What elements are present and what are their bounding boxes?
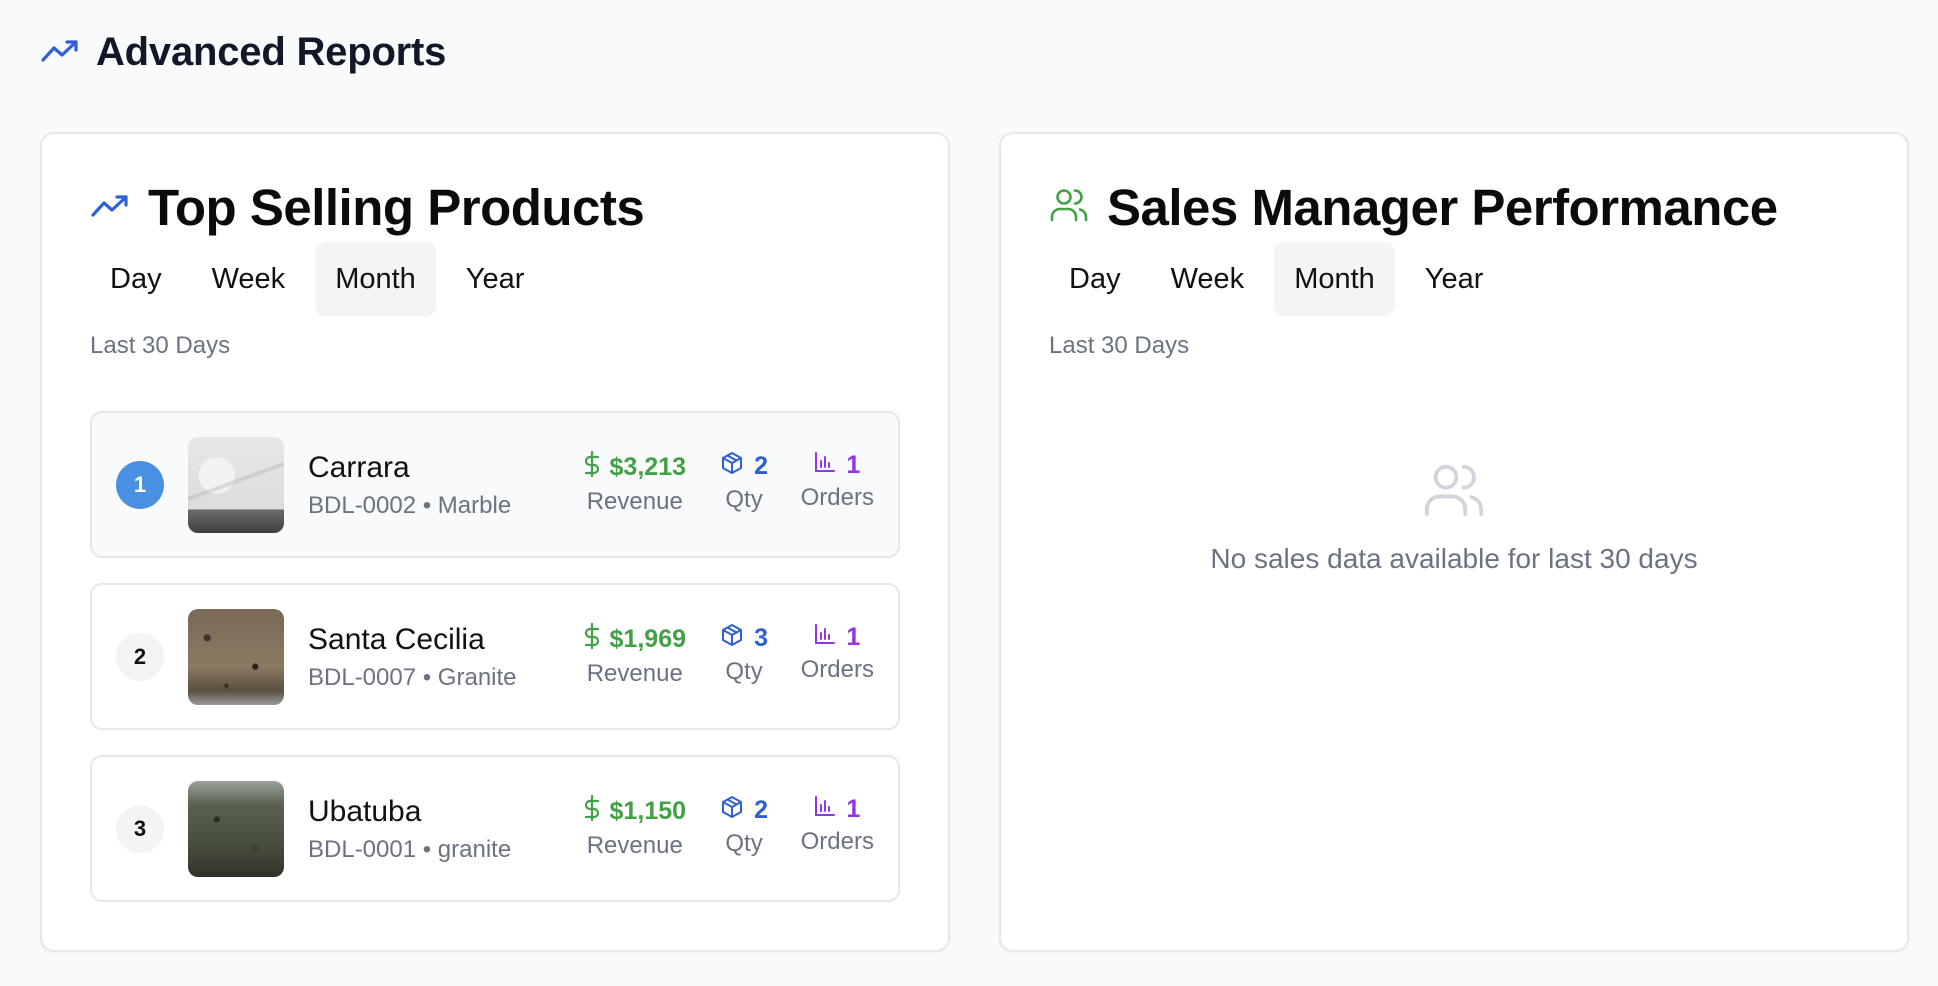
marble-slab-image	[188, 437, 284, 533]
orders-caption: Orders	[800, 828, 874, 855]
orders-stat: 1 Orders	[801, 795, 874, 856]
empty-state: No sales data available for last 30 days	[1001, 458, 1907, 575]
dollar-icon	[584, 622, 600, 656]
bar-chart-icon	[814, 623, 836, 652]
revenue-value: $1,150	[609, 797, 686, 825]
rank-badge: 2	[116, 632, 164, 681]
tab-month[interactable]: Month	[1274, 242, 1395, 316]
list-item[interactable]: 3 Ubatuba BDL-0001 • granite $1,150 Reve…	[90, 755, 900, 902]
granite-slab-image	[188, 781, 284, 877]
tab-year[interactable]: Year	[1405, 242, 1504, 316]
revenue-stat: $3,213 Revenue	[584, 450, 686, 516]
page-title: Advanced Reports	[96, 30, 447, 74]
page-header: Advanced Reports	[40, 30, 446, 75]
users-icon	[1049, 185, 1089, 230]
rank-badge: 3	[116, 804, 164, 853]
list-item[interactable]: 1 Carrara BDL-0002 • Marble $3,213 Reven…	[90, 411, 900, 558]
sales-manager-panel: Sales Manager Performance Day Week Month…	[999, 132, 1909, 952]
revenue-caption: Revenue	[586, 660, 683, 687]
orders-value: 1	[846, 623, 861, 651]
tab-day[interactable]: Day	[90, 242, 182, 316]
product-name: Ubatuba	[308, 795, 422, 828]
trending-up-icon	[90, 191, 130, 224]
tab-day[interactable]: Day	[1049, 242, 1141, 316]
qty-stat: 2 Qty	[720, 451, 768, 514]
qty-value: 3	[754, 624, 768, 652]
package-icon	[720, 451, 744, 482]
orders-caption: Orders	[800, 484, 874, 511]
package-icon	[720, 623, 744, 654]
package-icon	[720, 795, 744, 826]
orders-stat: 1 Orders	[801, 623, 874, 684]
revenue-stat: $1,969 Revenue	[584, 622, 686, 688]
range-label: Last 30 Days	[1049, 332, 1190, 359]
product-meta: BDL-0002 • Marble	[308, 492, 512, 519]
orders-value: 1	[846, 795, 861, 823]
product-meta: BDL-0001 • granite	[308, 836, 512, 863]
product-list: 1 Carrara BDL-0002 • Marble $3,213 Reven…	[90, 411, 900, 927]
product-name: Carrara	[308, 451, 410, 484]
revenue-value: $3,213	[609, 453, 686, 481]
orders-value: 1	[846, 451, 861, 479]
bar-chart-icon	[814, 795, 836, 824]
qty-caption: Qty	[725, 830, 763, 857]
top-products-title: Top Selling Products	[148, 179, 645, 236]
trending-up-icon	[40, 36, 80, 69]
product-name: Santa Cecilia	[308, 623, 485, 656]
list-item[interactable]: 2 Santa Cecilia BDL-0007 • Granite $1,96…	[90, 583, 900, 730]
qty-caption: Qty	[725, 658, 763, 685]
revenue-value: $1,969	[609, 625, 686, 653]
revenue-caption: Revenue	[586, 832, 683, 859]
dollar-icon	[584, 794, 600, 828]
users-icon	[1422, 464, 1486, 526]
granite-slab-image	[188, 609, 284, 705]
empty-message: No sales data available for last 30 days	[1210, 543, 1698, 574]
top-products-header: Top Selling Products	[90, 178, 645, 237]
bar-chart-icon	[814, 451, 836, 480]
tab-week[interactable]: Week	[192, 242, 306, 316]
range-label: Last 30 Days	[90, 332, 231, 359]
top-products-panel: Top Selling Products Day Week Month Year…	[40, 132, 950, 952]
sales-manager-tabs: Day Week Month Year	[1049, 242, 1513, 316]
qty-value: 2	[754, 796, 768, 824]
orders-stat: 1 Orders	[801, 451, 874, 512]
orders-caption: Orders	[800, 656, 874, 683]
tab-year[interactable]: Year	[446, 242, 545, 316]
tab-month[interactable]: Month	[315, 242, 436, 316]
qty-stat: 3 Qty	[720, 623, 768, 686]
dollar-icon	[584, 450, 600, 484]
revenue-caption: Revenue	[586, 488, 683, 515]
sales-manager-title: Sales Manager Performance	[1107, 179, 1778, 236]
tab-week[interactable]: Week	[1151, 242, 1265, 316]
rank-badge: 1	[116, 460, 164, 509]
top-products-tabs: Day Week Month Year	[90, 242, 554, 316]
sales-manager-header: Sales Manager Performance	[1049, 178, 1778, 237]
revenue-stat: $1,150 Revenue	[584, 794, 686, 860]
qty-value: 2	[754, 452, 768, 480]
product-meta: BDL-0007 • Granite	[308, 664, 517, 691]
qty-caption: Qty	[725, 486, 763, 513]
qty-stat: 2 Qty	[720, 795, 768, 858]
